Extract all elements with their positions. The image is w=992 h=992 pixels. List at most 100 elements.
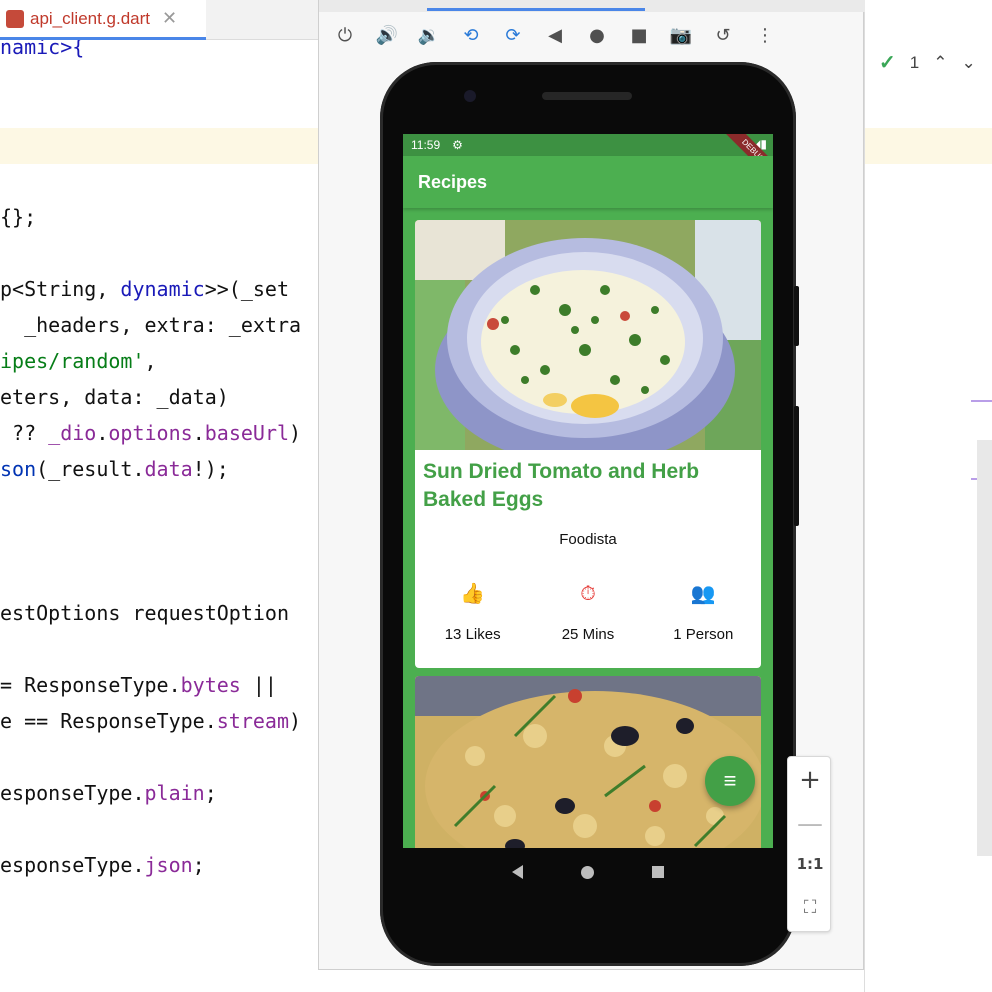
- emulator-tab-strip: [319, 0, 865, 12]
- tab-label: api_client.g.dart: [30, 8, 151, 28]
- current-line-highlight-right: [865, 128, 992, 164]
- code-token: baseUrl: [204, 421, 290, 445]
- volume-down-icon[interactable]: 🔉: [417, 23, 441, 47]
- code-token: data: [144, 457, 193, 481]
- tab-api-client[interactable]: api_client.g.dart ✕: [0, 0, 206, 40]
- code-token: .: [192, 421, 205, 445]
- volume-side-button[interactable]: [794, 406, 799, 526]
- recipe-card[interactable]: Sun Dried Tomato and Herb Baked Eggs Foo…: [415, 220, 761, 668]
- app-bar: Recipes: [403, 156, 773, 208]
- stat-item: 👥 1 Person: [646, 582, 761, 643]
- code-token: son: [0, 457, 37, 481]
- volume-up-icon[interactable]: 🔊: [375, 23, 399, 47]
- code-token: estOptions requestOption: [0, 601, 289, 625]
- code-editor[interactable]: namic>{ {}; p<String, dynamic>>(_set _head…: [0, 40, 318, 992]
- recipe-title: Sun Dried Tomato and Herb Baked Eggs: [423, 460, 700, 511]
- code-line: estOptions requestOption: [0, 600, 289, 626]
- recipe-image: [415, 676, 761, 848]
- change-marker: [971, 400, 992, 402]
- code-token: p<String,: [0, 277, 121, 301]
- code-line: namic>{: [0, 40, 84, 60]
- code-line: = ResponseType.bytes ||: [0, 672, 277, 698]
- rotate-right-icon[interactable]: ⟳: [501, 23, 525, 47]
- home-icon[interactable]: ●: [585, 23, 609, 47]
- check-count: 1: [909, 52, 920, 72]
- check-icon: ✓: [879, 52, 896, 74]
- code-token: namic>{: [0, 40, 85, 59]
- emulator-toolbar: ⏻ 🔊 🔉 ⟲ ⟳ ◀ ● ■ 📷 ↺ ⋮: [319, 14, 865, 56]
- power-side-button[interactable]: [794, 286, 799, 346]
- recipe-stats: 👍 13 Likes ⏱ 25 Mins 👥 1 Person: [415, 582, 761, 643]
- chevron-up-icon[interactable]: ⌃: [933, 53, 947, 73]
- code-token: ;: [204, 781, 217, 805]
- back-icon[interactable]: ◀: [543, 23, 567, 47]
- nav-recents-icon[interactable]: [652, 866, 664, 878]
- overview-icon[interactable]: ■: [627, 23, 651, 47]
- status-bar: 11:59 ⚙ ▼◢▮ DEBUG: [403, 134, 773, 182]
- code-token: (_result.: [36, 457, 145, 481]
- phone-screen[interactable]: 11:59 ⚙ ▼◢▮ DEBUG Recipes: [403, 134, 773, 848]
- menu-fab-button[interactable]: ≡: [705, 756, 755, 806]
- stat-label: 1 Person: [673, 626, 734, 643]
- code-token: dynamic: [120, 277, 205, 301]
- stat-item: 👍 13 Likes: [415, 582, 530, 643]
- active-tab-indicator: [427, 8, 645, 11]
- power-icon[interactable]: ⏻: [333, 23, 357, 47]
- app-title: Recipes: [418, 171, 488, 192]
- timer-icon: ⏱: [580, 583, 596, 605]
- code-token: e == ResponseType.: [0, 709, 217, 733]
- zoom-out-button[interactable]: —: [788, 809, 832, 839]
- code-token: _headers, extra: _extra: [0, 313, 302, 337]
- zoom-controls: + — 1:1 ⛶: [787, 756, 831, 932]
- front-camera: [464, 90, 476, 102]
- code-line: eters, data: _data): [0, 384, 229, 410]
- code-token: ipes/random': [0, 349, 145, 373]
- earpiece-speaker: [542, 92, 632, 100]
- right-editor-gutter: ✓ 1 ⌃ ⌄: [864, 0, 992, 992]
- dart-file-icon: [6, 9, 24, 28]
- nav-home-icon[interactable]: [581, 865, 594, 879]
- code-token: options: [108, 421, 193, 445]
- stat-item: ⏱ 25 Mins: [530, 582, 645, 643]
- more-icon[interactable]: ⋮: [753, 23, 777, 47]
- code-token: esponseType.: [0, 781, 145, 805]
- recipe-card[interactable]: [415, 676, 761, 848]
- chevron-down-icon[interactable]: ⌄: [961, 53, 975, 73]
- stat-label: 13 Likes: [444, 626, 501, 643]
- zoom-actual-size-button[interactable]: 1:1: [788, 855, 832, 873]
- code-token: >>(_set: [204, 277, 290, 301]
- menu-icon: ≡: [723, 768, 737, 793]
- code-token: {};: [0, 205, 37, 229]
- close-icon[interactable]: ✕: [162, 8, 177, 29]
- code-line: esponseType.plain;: [0, 780, 217, 806]
- people-icon: 👥: [690, 583, 716, 605]
- status-time: 11:59: [411, 138, 441, 152]
- code-token: = ResponseType.: [0, 673, 181, 697]
- fit-screen-icon[interactable]: ⛶: [788, 897, 832, 918]
- code-token: ,: [144, 349, 157, 373]
- code-token: ): [289, 709, 302, 733]
- vertical-scrollbar[interactable]: [977, 440, 992, 856]
- code-token: .: [96, 421, 109, 445]
- inspection-widget[interactable]: ✓ 1 ⌃ ⌄: [879, 50, 976, 75]
- nav-back-icon[interactable]: [512, 865, 523, 879]
- code-token: bytes: [180, 673, 241, 697]
- code-line: esponseType.json;: [0, 852, 205, 878]
- camera-icon[interactable]: 📷: [669, 23, 693, 47]
- ide-window: api_client.g.dart ✕ namic>{ {}; p<String, …: [0, 0, 992, 992]
- phone-device: 11:59 ⚙ ▼◢▮ DEBUG Recipes: [380, 62, 799, 966]
- code-token: !);: [192, 457, 229, 481]
- code-token: ??: [0, 421, 49, 445]
- zoom-in-button[interactable]: +: [788, 765, 832, 795]
- code-line: ipes/random',: [0, 348, 157, 374]
- code-token: esponseType.: [0, 853, 145, 877]
- code-token: ): [289, 421, 302, 445]
- snapshot-icon[interactable]: ↺: [711, 23, 735, 47]
- editor-tab-bar: api_client.g.dart ✕: [0, 0, 318, 40]
- code-line: _headers, extra: _extra: [0, 312, 301, 338]
- stat-label: 25 Mins: [561, 626, 615, 643]
- code-line: ?? _dio.options.baseUrl): [0, 420, 301, 446]
- recipe-image: [415, 220, 761, 450]
- rotate-left-icon[interactable]: ⟲: [459, 23, 483, 47]
- settings-icon: ⚙: [452, 138, 463, 152]
